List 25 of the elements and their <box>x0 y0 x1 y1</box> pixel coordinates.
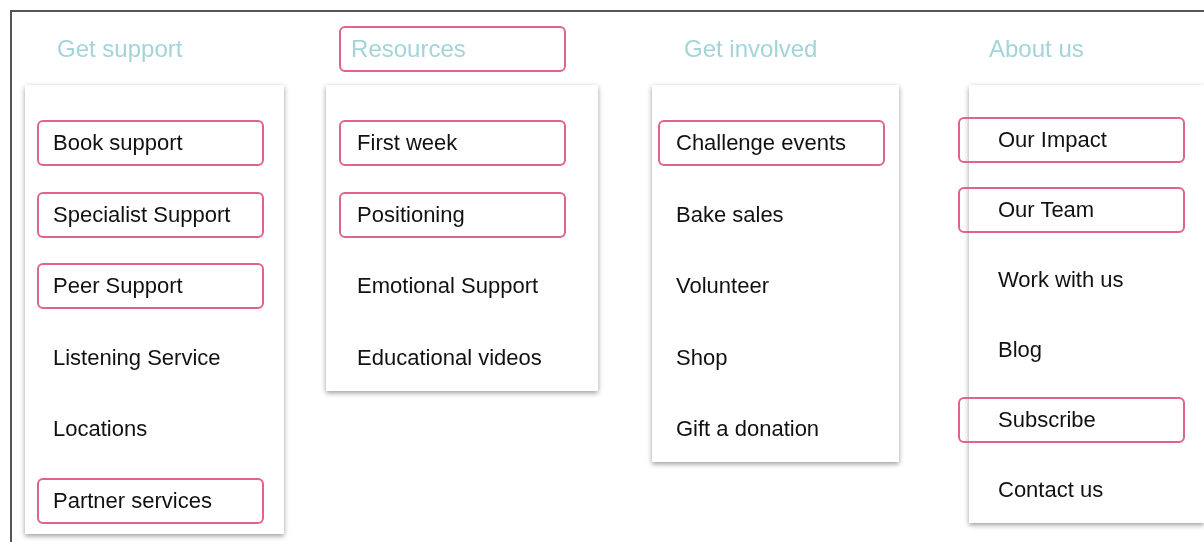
menu-link[interactable]: Listening Service <box>37 334 264 381</box>
section-heading: Get involved <box>683 33 819 64</box>
menu-link[interactable]: Emotional Support <box>339 263 567 309</box>
menu-link[interactable]: Work with us <box>958 257 1185 303</box>
menu-link[interactable]: First week <box>339 120 567 166</box>
menu-link[interactable]: Locations <box>37 406 264 452</box>
menu-link[interactable]: Challenge events <box>658 120 885 166</box>
menu-link[interactable]: Gift a donation <box>658 406 885 452</box>
menu-link[interactable]: Partner services <box>37 477 264 524</box>
menu-link[interactable]: Educational videos <box>339 334 567 381</box>
section-heading: Resources <box>339 25 567 72</box>
menu-link[interactable]: Book support <box>37 120 264 166</box>
menu-link[interactable]: Our Team <box>958 187 1185 233</box>
menu-link[interactable]: Specialist Support <box>37 191 264 238</box>
section-heading: About us <box>988 33 1085 64</box>
menu-link[interactable]: Blog <box>958 327 1185 373</box>
menu-link[interactable]: Volunteer <box>658 263 885 309</box>
section-heading: Get support <box>56 33 184 64</box>
menu-link[interactable]: Bake sales <box>658 191 885 238</box>
menu-link[interactable]: Subscribe <box>958 397 1185 443</box>
menu-link[interactable]: Our Impact <box>958 117 1185 163</box>
menu-link[interactable]: Positioning <box>339 191 567 238</box>
menu-link[interactable]: Shop <box>658 334 885 381</box>
menu-link[interactable]: Contact us <box>958 467 1185 513</box>
menu-link[interactable]: Peer Support <box>37 263 264 309</box>
